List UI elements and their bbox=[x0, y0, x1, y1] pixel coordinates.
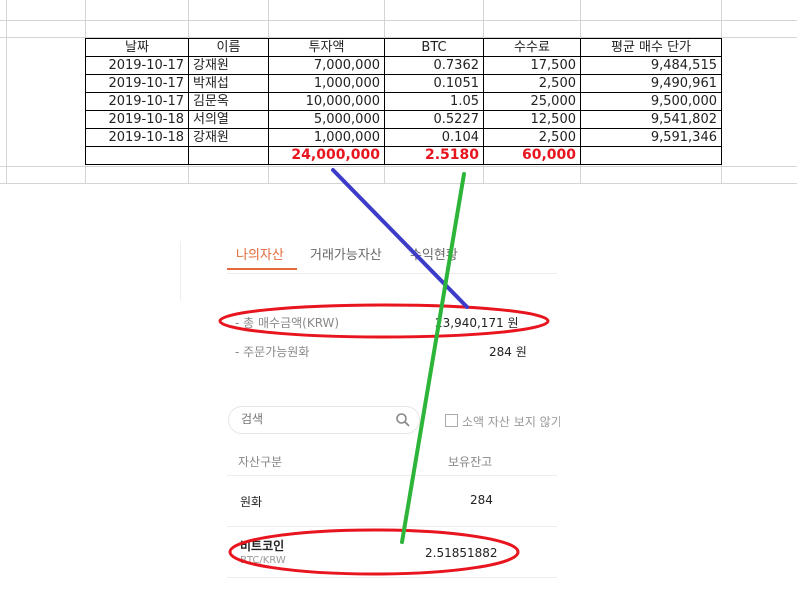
table-header-row: 날짜 이름 투자액 BTC 수수료 평균 매수 단가 bbox=[85, 38, 722, 57]
cell-date[interactable]: 2019-10-17 bbox=[85, 92, 189, 111]
cell-empty[interactable] bbox=[85, 146, 189, 165]
cell-name[interactable]: 강재원 bbox=[188, 56, 269, 75]
cell-btc[interactable]: 0.104 bbox=[384, 128, 484, 147]
divider bbox=[227, 577, 557, 578]
cell-fee[interactable]: 17,500 bbox=[483, 56, 581, 75]
cell-investment[interactable]: 1,000,000 bbox=[268, 128, 385, 147]
cell-empty[interactable] bbox=[188, 146, 269, 165]
cell-date[interactable]: 2019-10-17 bbox=[85, 56, 189, 75]
asset-market: BTC/KRW bbox=[240, 555, 286, 566]
cell-avg-price[interactable]: 9,591,346 bbox=[580, 128, 722, 147]
cell-avg-price[interactable]: 9,500,000 bbox=[580, 92, 722, 111]
total-investment-cell[interactable]: 24,000,000 bbox=[268, 146, 385, 165]
header-cell-date[interactable]: 날짜 bbox=[85, 38, 189, 57]
cell-btc[interactable]: 0.7362 bbox=[384, 56, 484, 75]
header-cell-btc[interactable]: BTC bbox=[384, 38, 484, 57]
search-input[interactable] bbox=[239, 411, 393, 427]
table-row: 2019-10-18 서의열 5,000,000 0.5227 12,500 9… bbox=[85, 110, 722, 129]
cell-avg-price[interactable]: 9,541,802 bbox=[580, 110, 722, 129]
cell-name[interactable]: 박재섭 bbox=[188, 74, 269, 93]
cell-investment[interactable]: 7,000,000 bbox=[268, 56, 385, 75]
cell-investment[interactable]: 10,000,000 bbox=[268, 92, 385, 111]
cell-investment[interactable]: 5,000,000 bbox=[268, 110, 385, 129]
cell-fee[interactable]: 12,500 bbox=[483, 110, 581, 129]
header-cell-avg-price[interactable]: 평균 매수 단가 bbox=[580, 38, 722, 57]
total-fee-cell[interactable]: 60,000 bbox=[483, 146, 581, 165]
cell-fee[interactable]: 2,500 bbox=[483, 128, 581, 147]
cell-name[interactable]: 강재원 bbox=[188, 128, 269, 147]
cell-fee[interactable]: 2,500 bbox=[483, 74, 581, 93]
table-row: 2019-10-17 강재원 7,000,000 0.7362 17,500 9… bbox=[85, 56, 722, 75]
tab-tradable-assets[interactable]: 거래가능자산 bbox=[310, 244, 382, 263]
cell-name[interactable]: 서의열 bbox=[188, 110, 269, 129]
tab-my-assets[interactable]: 나의자산 bbox=[236, 244, 284, 263]
cell-btc[interactable]: 0.1051 bbox=[384, 74, 484, 93]
investment-table: 날짜 이름 투자액 BTC 수수료 평균 매수 단가 2019-10-17 강재… bbox=[85, 38, 722, 165]
cell-date[interactable]: 2019-10-18 bbox=[85, 128, 189, 147]
search-box[interactable] bbox=[228, 406, 420, 434]
asset-balance: 2.51851882 bbox=[425, 546, 498, 560]
tab-profit-status[interactable]: 수익현황 bbox=[410, 244, 458, 263]
asset-balance: 284 bbox=[470, 493, 493, 507]
total-buy-label: - 총 매수금액(KRW) bbox=[235, 316, 340, 330]
divider bbox=[227, 273, 557, 274]
cell-date[interactable]: 2019-10-17 bbox=[85, 74, 189, 93]
cell-avg-price[interactable]: 9,490,961 bbox=[580, 74, 722, 93]
hide-small-assets-label[interactable]: 소액 자산 보지 않기 bbox=[462, 413, 560, 430]
panel-divider bbox=[180, 241, 181, 301]
cell-btc[interactable]: 1.05 bbox=[384, 92, 484, 111]
hide-small-assets-checkbox[interactable] bbox=[445, 414, 458, 427]
divider bbox=[227, 475, 557, 476]
orderable-krw-value: 284 원 bbox=[489, 345, 527, 359]
grid-line bbox=[0, 20, 797, 21]
cell-empty[interactable] bbox=[580, 146, 722, 165]
total-buy-value: 23,940,171 원 bbox=[435, 316, 519, 330]
header-cell-investment[interactable]: 투자액 bbox=[268, 38, 385, 57]
table-row: 2019-10-17 김문옥 10,000,000 1.05 25,000 9,… bbox=[85, 92, 722, 111]
header-cell-fee[interactable]: 수수료 bbox=[483, 38, 581, 57]
cell-name[interactable]: 김문옥 bbox=[188, 92, 269, 111]
cell-fee[interactable]: 25,000 bbox=[483, 92, 581, 111]
grid-line bbox=[0, 183, 797, 184]
grid-line bbox=[6, 0, 7, 184]
cell-avg-price[interactable]: 9,484,515 bbox=[580, 56, 722, 75]
column-header-asset: 자산구분 bbox=[238, 455, 283, 469]
cell-investment[interactable]: 1,000,000 bbox=[268, 74, 385, 93]
orderable-krw-label: - 주문가능원화 bbox=[235, 345, 310, 359]
asset-name: 비트코인 bbox=[240, 539, 285, 553]
totals-row: 24,000,000 2.5180 60,000 bbox=[85, 146, 722, 165]
table-row: 2019-10-17 박재섭 1,000,000 0.1051 2,500 9,… bbox=[85, 74, 722, 93]
divider bbox=[227, 526, 557, 527]
header-cell-name[interactable]: 이름 bbox=[188, 38, 269, 57]
active-tab-indicator bbox=[227, 268, 297, 270]
table-row: 2019-10-18 강재원 1,000,000 0.104 2,500 9,5… bbox=[85, 128, 722, 147]
asset-panel: 나의자산 거래가능자산 수익현황 - 총 매수금액(KRW) 23,940,17… bbox=[180, 235, 560, 603]
spreadsheet: 날짜 이름 투자액 BTC 수수료 평균 매수 단가 2019-10-17 강재… bbox=[0, 0, 797, 184]
asset-name: 원화 bbox=[240, 495, 263, 509]
cell-btc[interactable]: 0.5227 bbox=[384, 110, 484, 129]
column-header-balance: 보유잔고 bbox=[448, 455, 493, 469]
cell-date[interactable]: 2019-10-18 bbox=[85, 110, 189, 129]
grid-line bbox=[0, 166, 797, 167]
search-icon[interactable] bbox=[395, 412, 411, 428]
total-btc-cell[interactable]: 2.5180 bbox=[384, 146, 484, 165]
